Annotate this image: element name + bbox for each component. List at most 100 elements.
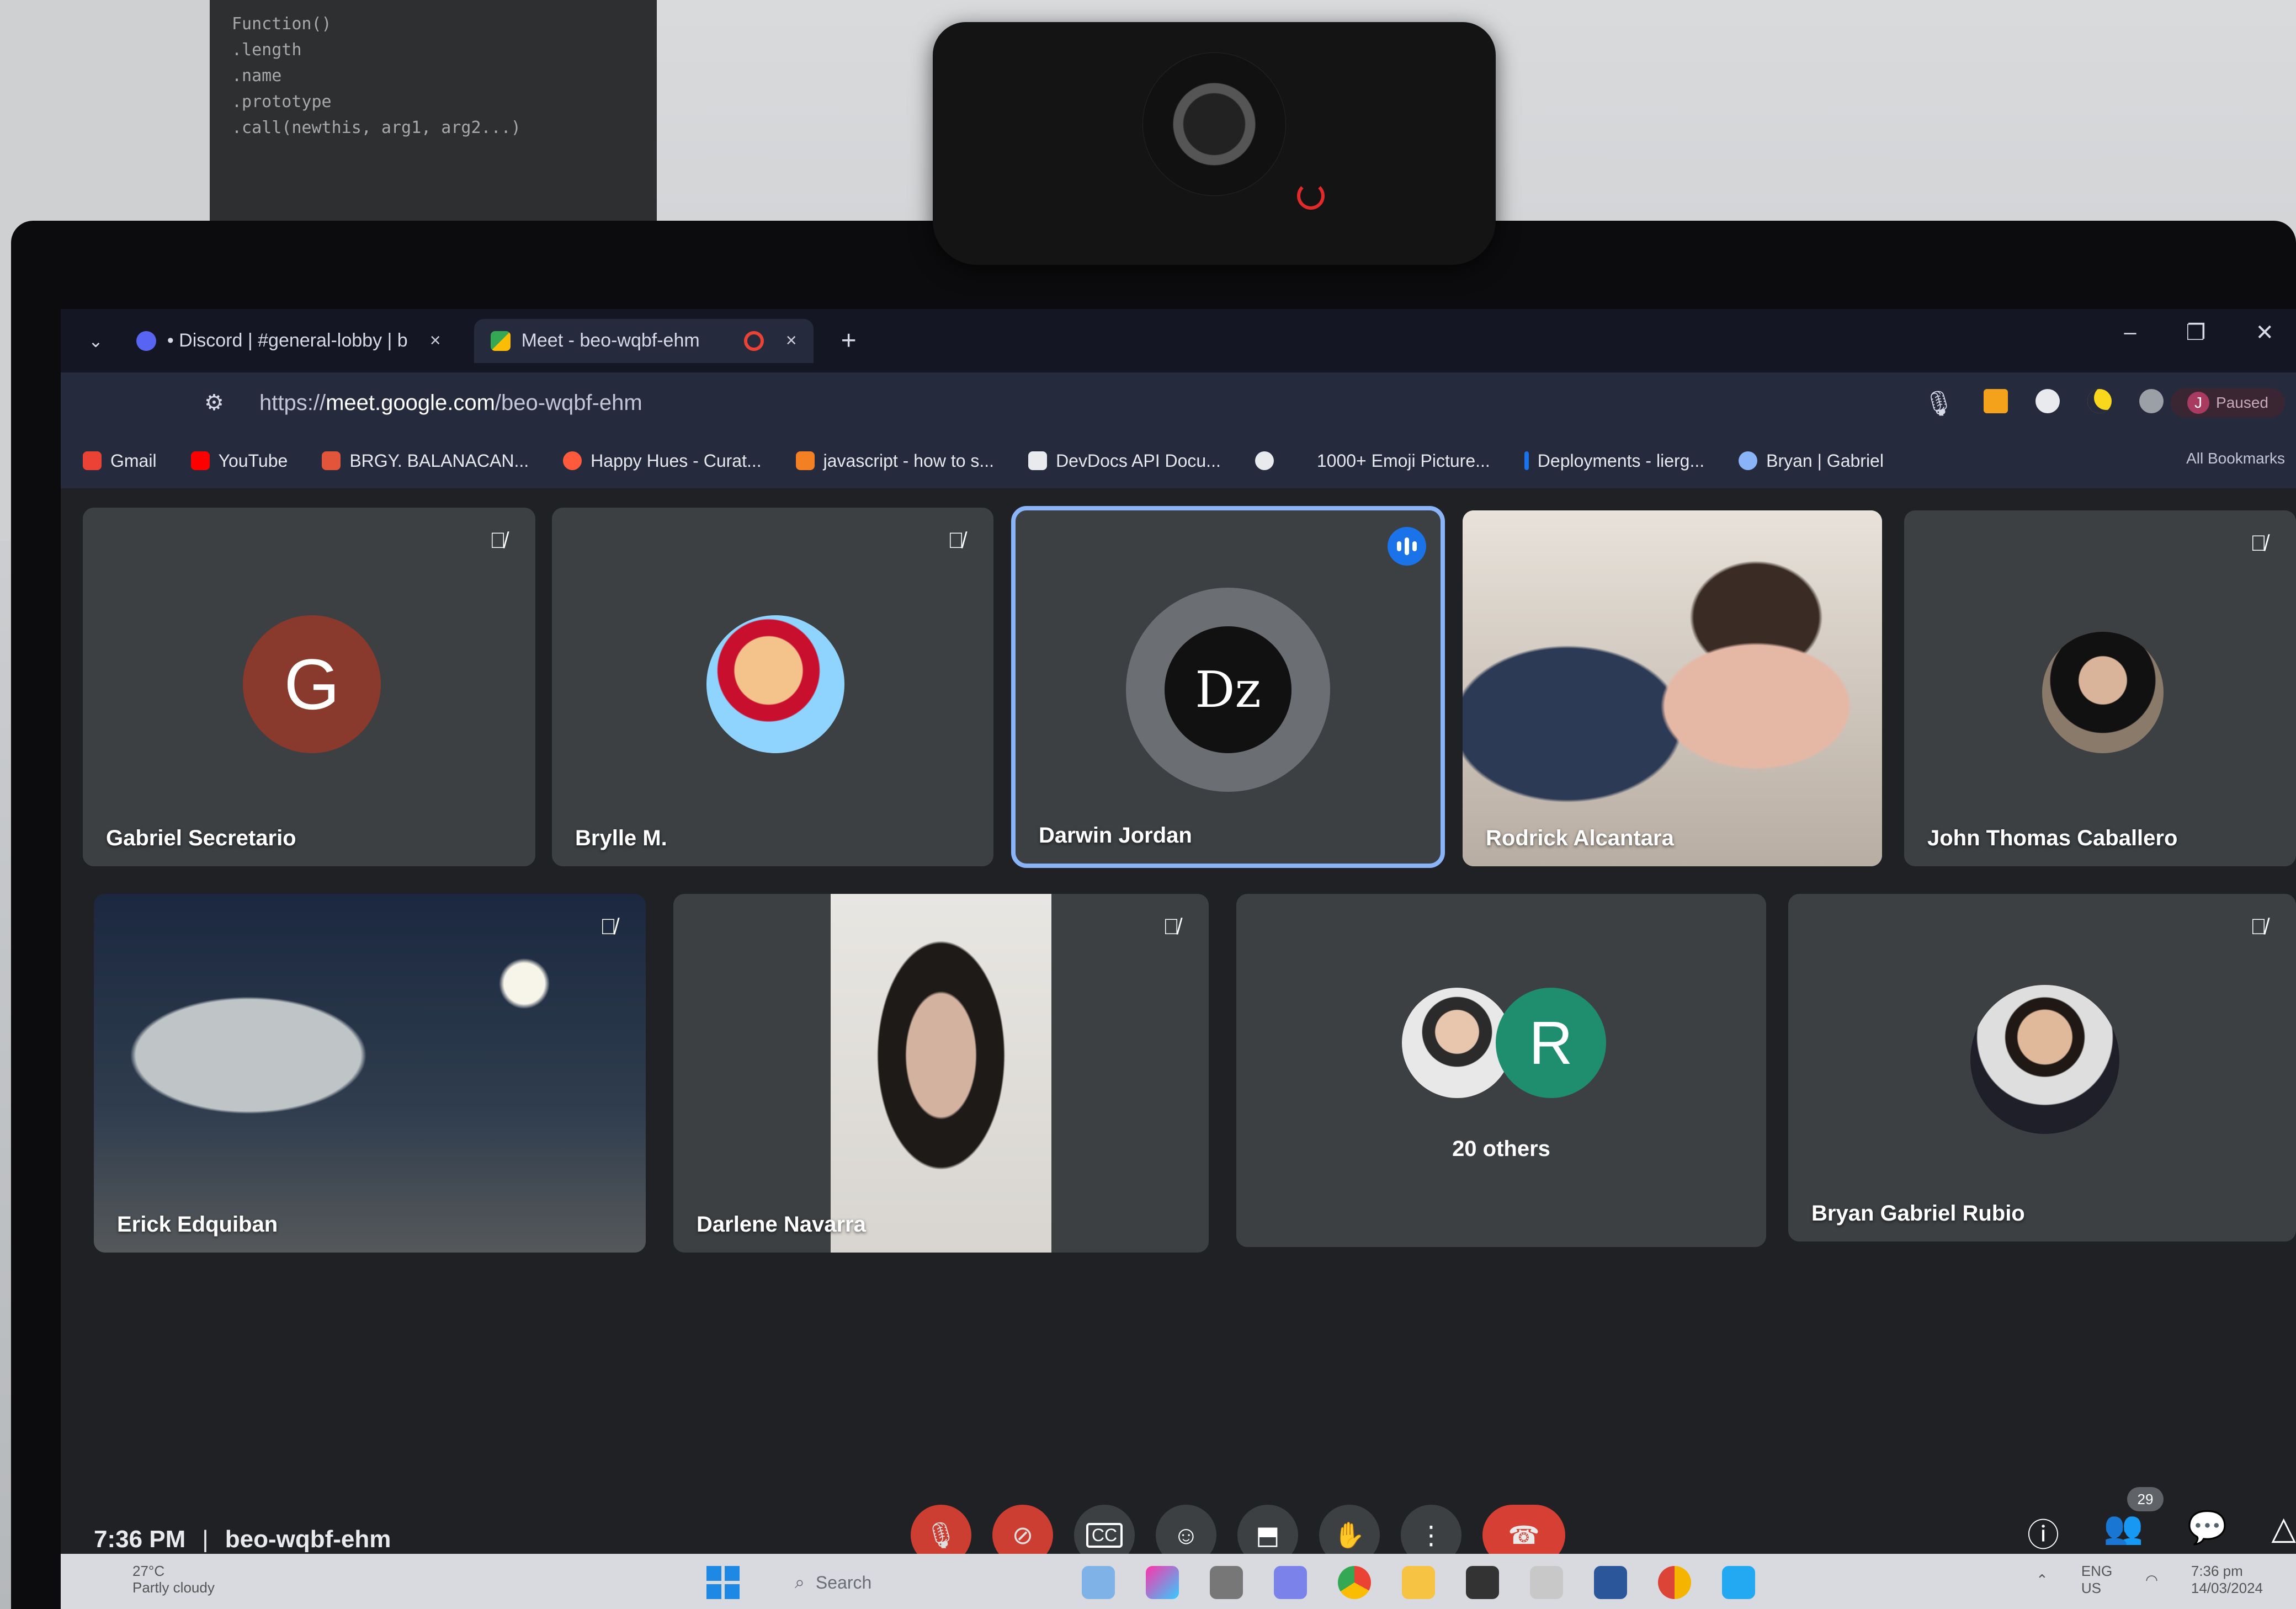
cheatsheet-paper: Function() .length .name .prototype .cal…: [210, 0, 657, 226]
participant-tile[interactable]: Rodrick Alcantara: [1463, 510, 1882, 866]
all-bookmarks-button[interactable]: All Bookmarks: [2186, 450, 2285, 467]
bookmark-bryan-gabriel[interactable]: Bryan | Gabriel: [1739, 451, 1884, 471]
microphone-icon[interactable]: 🎙: [1923, 389, 1954, 418]
participant-tile[interactable]: 🎙̸ Darlene Navarra: [673, 894, 1209, 1253]
deployments-icon: [1524, 451, 1529, 470]
address-bar[interactable]: ⚙ https://meet.google.com/beo-wqbf-ehm 🎙…: [61, 372, 2296, 433]
language-indicator[interactable]: ENG US: [2081, 1563, 2112, 1597]
people-icon[interactable]: 👥: [2103, 1509, 2143, 1555]
participant-name: Bryan Gabriel Rubio: [1811, 1201, 2025, 1226]
bookmark-emoji[interactable]: 1000+ Emoji Picture...: [1317, 451, 1490, 471]
tab-meet[interactable]: Meet - beo-wqbf-ehm ×: [474, 318, 814, 363]
chat-app-icon[interactable]: [1274, 1566, 1307, 1599]
word-icon[interactable]: [1594, 1566, 1627, 1599]
present-icon: ⬒: [1256, 1521, 1280, 1549]
participant-tile[interactable]: G 🎙̸ Gabriel Secretario: [83, 508, 535, 866]
bookmark-gmail[interactable]: Gmail: [83, 451, 157, 471]
mic-off-icon: 🎙̸: [948, 529, 964, 553]
participant-tile[interactable]: 🎙̸ Bryan Gabriel Rubio: [1788, 894, 2296, 1242]
webcam: [933, 22, 1496, 265]
bookmark-javascript[interactable]: javascript - how to s...: [795, 450, 995, 471]
globe-icon: [1255, 451, 1274, 470]
wifi-icon[interactable]: ◠: [2145, 1571, 2158, 1589]
window-controls: – ❐ ✕: [2124, 320, 2274, 345]
side-controls: ⓘ 👥 💬 △: [2027, 1509, 2296, 1555]
widgets-icon[interactable]: [1082, 1566, 1115, 1599]
taskbar-clock[interactable]: 7:36 pm 14/03/2024: [2191, 1563, 2263, 1597]
close-tab-icon[interactable]: ×: [430, 330, 441, 351]
restore-icon[interactable]: ❐: [2186, 320, 2206, 345]
extension-icon[interactable]: [1984, 389, 2008, 413]
cheatsheet-line: .name: [232, 66, 282, 86]
vscode-icon[interactable]: [1722, 1566, 1755, 1599]
weather-widget[interactable]: 27°C Partly cloudy: [132, 1563, 215, 1596]
dark-mode-icon[interactable]: [2087, 389, 2112, 413]
bookmark-label: Gmail: [110, 450, 157, 471]
participant-video: [94, 894, 646, 1253]
power-icon: [1297, 182, 1325, 210]
url-path: /beo-wqbf-ehm: [495, 390, 642, 415]
tab-search-icon[interactable]: ⌄: [88, 331, 103, 351]
chevron-up-icon[interactable]: ⌃: [2036, 1571, 2048, 1589]
participant-name: Darwin Jordan: [1039, 823, 1192, 848]
tab-label: Meet - beo-wqbf-ehm: [521, 330, 700, 351]
file-explorer-icon[interactable]: [1402, 1566, 1435, 1599]
mic-off-icon: 🎙: [924, 1520, 958, 1549]
profile-label: Paused: [2216, 394, 2268, 411]
participant-tile[interactable]: 🎙̸ Brylle M.: [552, 508, 993, 866]
chrome-canary-icon[interactable]: [1658, 1566, 1691, 1599]
hang-up-icon: ☎: [1508, 1521, 1540, 1549]
search-placeholder: Search: [815, 1572, 872, 1592]
extensions: [1984, 389, 2164, 413]
url-text[interactable]: https://meet.google.com/beo-wqbf-ehm: [259, 391, 642, 415]
avatar: R: [1496, 988, 1606, 1098]
others-tile[interactable]: R 20 others: [1236, 894, 1766, 1247]
happy-hues-icon: [563, 451, 582, 470]
close-window-icon[interactable]: ✕: [2255, 320, 2274, 345]
cheatsheet-line: .call(newthis, arg1, arg2...): [232, 118, 521, 137]
activities-icon[interactable]: △: [2271, 1509, 2296, 1555]
start-button[interactable]: [706, 1566, 740, 1599]
meeting-code: beo-wqbf-ehm: [225, 1526, 391, 1553]
profile-initial: J: [2187, 392, 2210, 414]
captions-icon: CC: [1086, 1522, 1123, 1548]
close-tab-icon[interactable]: ×: [786, 330, 797, 351]
bookmark-label: javascript - how to s...: [823, 450, 995, 471]
minimize-icon[interactable]: –: [2124, 320, 2136, 345]
copilot-icon[interactable]: [1146, 1566, 1179, 1599]
bookmark-devdocs[interactable]: DevDocs API Docu...: [1028, 451, 1221, 471]
webcam-lens: [1142, 52, 1286, 196]
bookmark-deployments[interactable]: Deployments - lierg...: [1524, 451, 1704, 471]
new-tab-button[interactable]: +: [841, 326, 857, 356]
info-icon[interactable]: ⓘ: [2027, 1509, 2059, 1555]
terminal-icon[interactable]: [1466, 1566, 1499, 1599]
profile-button[interactable]: J Paused: [2171, 388, 2285, 418]
extension-icon[interactable]: [2035, 389, 2060, 413]
bookmark-label: Bryan | Gabriel: [1766, 450, 1884, 471]
bookmark-label: BRGY. BALANACAN...: [349, 450, 529, 471]
task-view-icon[interactable]: [1210, 1566, 1243, 1599]
participant-tile[interactable]: 🎙̸ Erick Edquiban: [94, 894, 646, 1253]
weather-temp: 27°C: [132, 1563, 165, 1579]
bookmark-youtube[interactable]: YouTube: [190, 451, 288, 471]
chat-icon[interactable]: 💬: [2187, 1509, 2227, 1555]
participant-tile[interactable]: 🎙̸ John Thomas Caballero: [1904, 510, 2296, 866]
tab-bar: ⌄ • Discord | #general-lobby | b × Meet …: [61, 309, 2296, 372]
bookmark-brgy[interactable]: BRGY. BALANACAN...: [322, 451, 529, 471]
tab-discord[interactable]: • Discord | #general-lobby | b ×: [120, 319, 458, 363]
system-tray: ⌃ ENG US ◠ 7:36 pm 14/03/2024: [2036, 1563, 2263, 1597]
chrome-icon[interactable]: [1338, 1566, 1371, 1599]
bookmark-happy-hues[interactable]: Happy Hues - Curat...: [563, 451, 762, 471]
bookmark-globe[interactable]: [1255, 451, 1283, 470]
youtube-icon: [190, 451, 210, 470]
avatar: [2042, 632, 2164, 753]
participant-name: Gabriel Secretario: [106, 826, 296, 850]
mic-off-icon: 🎙̸: [2250, 915, 2267, 939]
clock-date: 14/03/2024: [2191, 1580, 2263, 1596]
meet-stage: G 🎙̸ Gabriel Secretario 🎙̸ Brylle M. Dz …: [61, 488, 2296, 1609]
taskbar-search[interactable]: ⌕ Search: [778, 1567, 1043, 1598]
extension-icon[interactable]: [2139, 389, 2164, 413]
site-info-icon[interactable]: ⚙: [204, 390, 224, 415]
app-icon[interactable]: [1530, 1566, 1563, 1599]
participant-tile-active-speaker[interactable]: Dz Darwin Jordan: [1011, 506, 1445, 868]
